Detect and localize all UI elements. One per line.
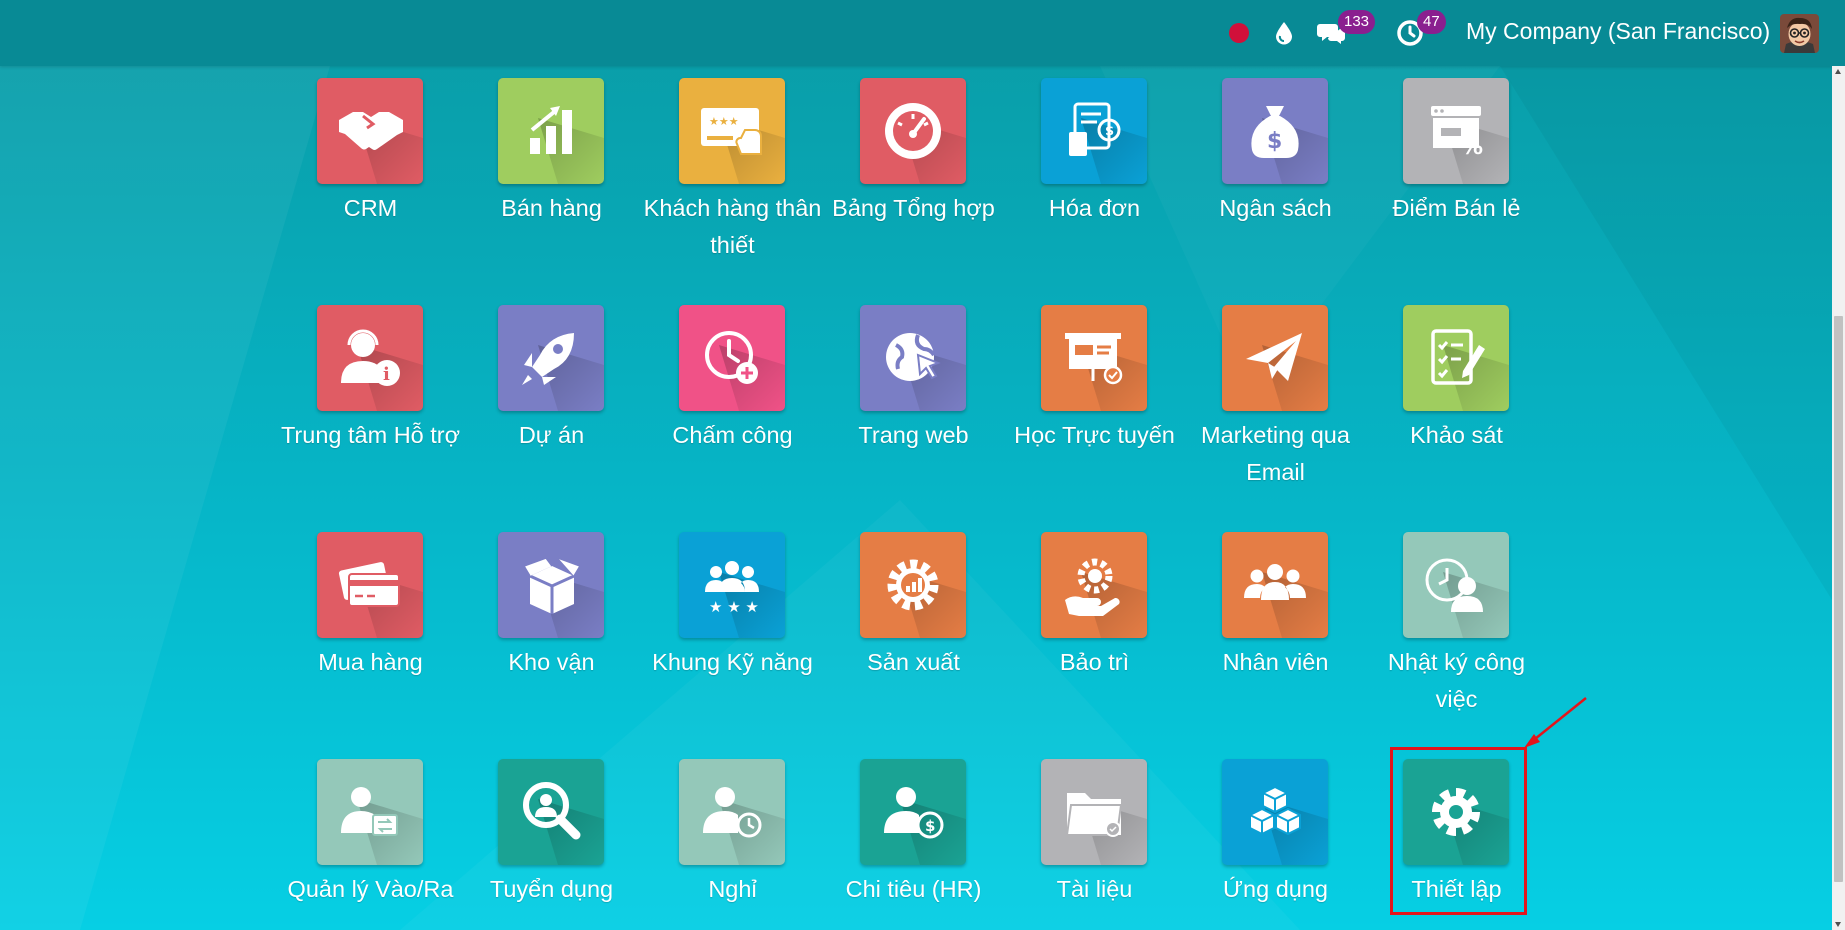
folder-icon[interactable] bbox=[1041, 759, 1147, 865]
app-label: Ngân sách bbox=[1219, 195, 1332, 221]
app-label: Quản lý Vào/Ra bbox=[287, 876, 454, 902]
app-label: Khảo sát bbox=[1410, 422, 1503, 448]
employees-icon[interactable] bbox=[1222, 532, 1328, 638]
scrollbar-thumb[interactable] bbox=[1834, 316, 1843, 882]
app-label: Chi tiêu (HR) bbox=[845, 876, 982, 902]
app-label: Nhân viên bbox=[1222, 649, 1329, 675]
app-label: Bảo trì bbox=[1059, 649, 1130, 675]
app-label: Học Trực tuyến bbox=[1014, 422, 1175, 448]
expense-icon[interactable]: $ bbox=[860, 759, 966, 865]
clock-person-icon[interactable] bbox=[1403, 532, 1509, 638]
app-label: Bảng Tổng hợp bbox=[832, 195, 995, 221]
svg-text:%: % bbox=[1461, 135, 1483, 160]
company-switcher[interactable]: My Company (San Francisco) bbox=[1466, 18, 1770, 45]
gauge-icon[interactable] bbox=[860, 78, 966, 184]
activities-badge: 47 bbox=[1417, 10, 1446, 34]
recording-indicator[interactable] bbox=[1228, 0, 1250, 66]
credit-card-icon[interactable] bbox=[317, 532, 423, 638]
invoice-icon[interactable]: $ bbox=[1041, 78, 1147, 184]
svg-text:★★★: ★★★ bbox=[709, 115, 739, 128]
cubes-icon[interactable] bbox=[1222, 759, 1328, 865]
loyalty-card-icon[interactable]: ★★★ bbox=[679, 78, 785, 184]
svg-text:$: $ bbox=[1105, 124, 1114, 139]
user-avatar[interactable] bbox=[1780, 14, 1819, 53]
app-label: Tài liệu bbox=[1056, 876, 1133, 902]
team-stars-icon[interactable]: ★ ★ ★ bbox=[679, 532, 785, 638]
time-off-icon[interactable] bbox=[679, 759, 785, 865]
money-bag-icon[interactable]: $ bbox=[1222, 78, 1328, 184]
app-label: Điểm Bán lẻ bbox=[1392, 195, 1521, 221]
app-label: Khung Kỹ năng bbox=[652, 649, 813, 675]
app-label: Trung tâm Hỗ trợ bbox=[280, 422, 461, 448]
app-label: Ứng dụng bbox=[1222, 876, 1328, 902]
svg-text:i: i bbox=[383, 364, 390, 385]
messages-button[interactable] bbox=[1317, 0, 1347, 66]
top-navbar: 133 47 My Company (San Francisco) bbox=[0, 0, 1845, 66]
messages-badge: 133 bbox=[1338, 10, 1376, 34]
paper-plane-icon[interactable] bbox=[1222, 305, 1328, 411]
globe-cursor-icon[interactable] bbox=[860, 305, 966, 411]
svg-text:$: $ bbox=[1267, 129, 1282, 154]
app-label: Chấm công bbox=[672, 422, 793, 448]
app-label: Mua hàng bbox=[318, 649, 423, 675]
rocket-icon[interactable] bbox=[498, 305, 604, 411]
attendance-icon[interactable] bbox=[317, 759, 423, 865]
app-label: Khách hàng thân thiết bbox=[643, 195, 822, 258]
record-dot-icon bbox=[1229, 23, 1249, 43]
highlight-box bbox=[1390, 747, 1527, 915]
scrollbar[interactable] bbox=[1832, 66, 1845, 930]
scroll-down-arrow-icon[interactable] bbox=[1835, 922, 1841, 927]
app-label: Trang web bbox=[858, 422, 969, 448]
handshake-icon[interactable] bbox=[317, 78, 423, 184]
app-label: Sản xuất bbox=[867, 649, 960, 675]
svg-text:$: $ bbox=[925, 817, 935, 835]
bar-chart-icon[interactable] bbox=[498, 78, 604, 184]
app-label: Dự án bbox=[518, 422, 585, 448]
app-label: Hóa đơn bbox=[1048, 195, 1141, 221]
app-label: Tuyển dụng bbox=[489, 876, 614, 902]
shop-icon[interactable]: % bbox=[1403, 78, 1509, 184]
box-icon[interactable] bbox=[498, 532, 604, 638]
gear-chart-icon[interactable] bbox=[860, 532, 966, 638]
maintenance-icon[interactable] bbox=[1041, 532, 1147, 638]
activities-button[interactable] bbox=[1396, 0, 1424, 66]
app-label: Nghỉ bbox=[708, 876, 757, 902]
helpdesk-icon[interactable]: i bbox=[317, 305, 423, 411]
presentation-icon[interactable] bbox=[1041, 305, 1147, 411]
drop-icon[interactable] bbox=[1272, 0, 1296, 66]
magnifier-person-icon[interactable] bbox=[498, 759, 604, 865]
app-label: Kho vận bbox=[508, 649, 595, 675]
timesheet-clock-icon[interactable] bbox=[679, 305, 785, 411]
scroll-up-arrow-icon[interactable] bbox=[1835, 69, 1841, 74]
app-label: CRM bbox=[343, 195, 398, 221]
app-label: Marketing qua Email bbox=[1201, 422, 1350, 485]
svg-text:★ ★ ★: ★ ★ ★ bbox=[709, 598, 759, 616]
survey-icon[interactable] bbox=[1403, 305, 1509, 411]
app-label: Bán hàng bbox=[501, 195, 602, 221]
app-label: Nhật ký công việc bbox=[1387, 649, 1526, 712]
